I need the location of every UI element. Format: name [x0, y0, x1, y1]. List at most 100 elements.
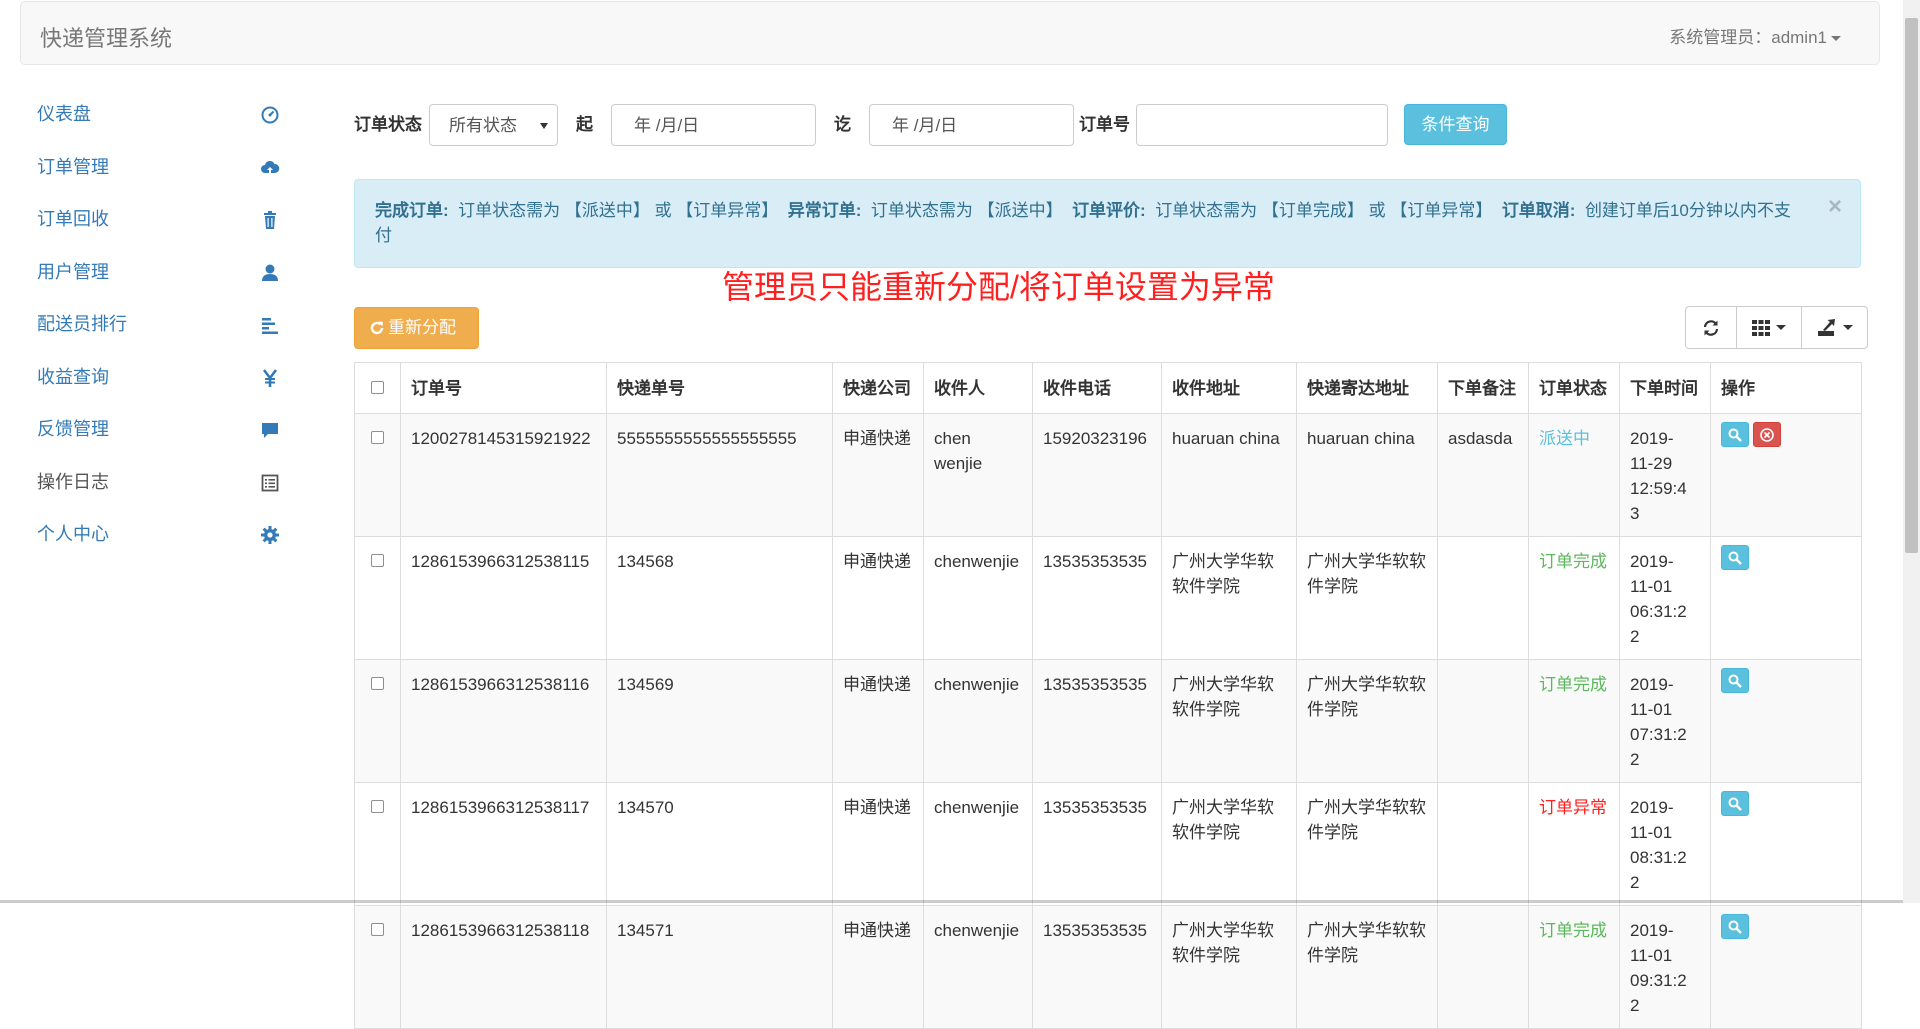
- status-select[interactable]: 所有状态: [429, 104, 558, 146]
- sidebar-item-recycle[interactable]: 订单回收: [0, 193, 300, 246]
- cell-time: 2019-11-29 12:59:43: [1619, 413, 1711, 537]
- user-menu[interactable]: 系统管理员：admin1: [1669, 23, 1841, 48]
- columns-toggle-button[interactable]: [1737, 307, 1802, 348]
- table-row[interactable]: 1286153966312538118 134571 申通快递 chenwenjie 1…: [354, 905, 1862, 1029]
- sidebar-item-label: 反馈管理: [37, 419, 109, 439]
- export-button[interactable]: [1802, 307, 1867, 348]
- row-checkbox[interactable]: [371, 923, 384, 936]
- sidebar-item-label: 仪表盘: [37, 104, 91, 124]
- column-header[interactable]: 订单号: [400, 362, 607, 414]
- column-header[interactable]: 收件地址: [1161, 362, 1297, 414]
- sidebar-item-dashboard[interactable]: 仪表盘: [0, 88, 300, 141]
- alert-title: 订单取消:: [1501, 201, 1576, 220]
- sidebar-item-profile[interactable]: 个人中心: [0, 508, 300, 561]
- sidebar-item-feedback[interactable]: 反馈管理: [0, 403, 300, 456]
- row-checkbox[interactable]: [371, 431, 384, 444]
- sidebar-item-courier-rank[interactable]: 配送员排行: [0, 298, 300, 351]
- alert-close-button[interactable]: ×: [1828, 195, 1842, 219]
- view-button[interactable]: [1721, 914, 1749, 939]
- cell-recipient: chenwenjie: [923, 905, 1033, 1029]
- select-all-cell: [354, 362, 401, 414]
- alert-title: 异常订单:: [787, 201, 862, 220]
- sidebar-item-users[interactable]: 用户管理: [0, 246, 300, 299]
- column-header[interactable]: 收件人: [923, 362, 1033, 414]
- top-navbar: 快递管理系统 系统管理员：admin1: [20, 1, 1880, 65]
- cell-actions: [1710, 536, 1862, 660]
- alert-text: 订单状态需为 【派送中】: [870, 201, 1063, 220]
- cell-recipient: chenwenjie: [923, 782, 1033, 906]
- date-to-input[interactable]: 年 /月/日: [869, 104, 1074, 146]
- page-scrollbar[interactable]: [1903, 0, 1920, 903]
- column-header[interactable]: 收件电话: [1032, 362, 1162, 414]
- select-all-checkbox[interactable]: [371, 380, 384, 394]
- scrollbar-thumb[interactable]: [1905, 18, 1918, 553]
- table-row[interactable]: 1286153966312538117 134570 申通快递 chenwenjie 1…: [354, 782, 1862, 906]
- row-checkbox[interactable]: [371, 677, 384, 690]
- view-button[interactable]: [1721, 545, 1749, 570]
- sidebar-item-orders[interactable]: 订单管理: [0, 141, 300, 194]
- sidebar-item-label: 个人中心: [37, 524, 109, 544]
- cell-status: 订单完成: [1528, 659, 1620, 783]
- alert-text: 订单状态需为 【派送中】 或 【订单异常】: [458, 201, 779, 220]
- cell-time: 2019-11-01 09:31:22: [1619, 905, 1711, 1029]
- view-button[interactable]: [1721, 791, 1749, 816]
- table-row[interactable]: 1200278145315921922 5555555555555555555 申通…: [354, 413, 1862, 537]
- column-header[interactable]: 下单备注: [1437, 362, 1529, 414]
- cell-dest: 广州大学华软软件学院: [1296, 659, 1438, 783]
- cell-note: [1437, 905, 1529, 1029]
- query-button[interactable]: 条件查询: [1404, 104, 1507, 145]
- cell-actions: [1710, 659, 1862, 783]
- cell-address: huaruan china: [1161, 413, 1297, 537]
- search-icon: [1728, 674, 1742, 688]
- sidebar-item-label: 订单管理: [37, 156, 109, 177]
- cell-company: 申通快递: [832, 413, 924, 537]
- row-select-cell: [354, 905, 401, 1029]
- cell-company: 申通快递: [832, 536, 924, 660]
- select-arrow-icon: [540, 123, 548, 129]
- column-header[interactable]: 订单状态: [1528, 362, 1620, 414]
- reassign-button[interactable]: 重新分配: [354, 307, 479, 349]
- date-to-label: 讫: [834, 115, 851, 134]
- cell-status: 订单完成: [1528, 905, 1620, 1029]
- date-from-input[interactable]: 年 /月/日: [611, 104, 816, 146]
- delete-button[interactable]: [1753, 422, 1781, 447]
- user-menu-label: 系统管理员：admin1: [1669, 28, 1827, 47]
- cell-tracking: 134570: [606, 782, 833, 906]
- cell-note: [1437, 782, 1529, 906]
- reassign-button-label: 重新分配: [388, 318, 456, 337]
- table-refresh-button[interactable]: [1686, 307, 1737, 348]
- alert-title: 订单评价:: [1072, 201, 1146, 220]
- annotation-text: 管理员只能重新分配/将订单设置为异常: [722, 269, 1275, 305]
- sidebar-item-label: 配送员排行: [37, 314, 127, 334]
- info-alert: 完成订单: 订单状态需为 【派送中】 或 【订单异常】 异常订单: 订单状态需为…: [354, 179, 1861, 268]
- sidebar-item-logs[interactable]: 操作日志: [0, 456, 300, 509]
- sidebar-item-revenue[interactable]: 收益查询: [0, 351, 300, 404]
- order-no-input[interactable]: [1136, 104, 1388, 146]
- cell-tracking: 134568: [606, 536, 833, 660]
- cell-phone: 13535353535: [1032, 905, 1162, 1029]
- view-button[interactable]: [1721, 668, 1749, 693]
- cell-time: 2019-11-01 07:31:22: [1619, 659, 1711, 783]
- cell-phone: 13535353535: [1032, 782, 1162, 906]
- column-header[interactable]: 快递寄达地址: [1296, 362, 1438, 414]
- cloud-upload-icon: [260, 158, 280, 178]
- view-button[interactable]: [1721, 422, 1749, 447]
- table-row[interactable]: 1286153966312538116 134569 申通快递 chenwenjie 1…: [354, 659, 1862, 783]
- close-circle-icon: [1760, 428, 1774, 442]
- cell-tracking: 134571: [606, 905, 833, 1029]
- cell-actions: [1710, 782, 1862, 906]
- cell-note: asdasda: [1437, 413, 1529, 537]
- cell-company: 申通快递: [832, 905, 924, 1029]
- column-header[interactable]: 下单时间: [1619, 362, 1711, 414]
- row-checkbox[interactable]: [371, 554, 384, 567]
- grid-icon: [1752, 319, 1770, 336]
- table-row[interactable]: 1286153966312538115 134568 申通快递 chenwenjie 1…: [354, 536, 1862, 660]
- column-header: 操作: [1710, 362, 1862, 414]
- column-header[interactable]: 快递公司: [832, 362, 924, 414]
- cell-time: 2019-11-01 08:31:22: [1619, 782, 1711, 906]
- app-brand[interactable]: 快递管理系统: [40, 21, 172, 53]
- date-from-label: 起: [576, 115, 593, 134]
- row-checkbox[interactable]: [371, 800, 384, 813]
- sidebar-item-label: 用户管理: [37, 261, 109, 282]
- column-header[interactable]: 快递单号: [606, 362, 833, 414]
